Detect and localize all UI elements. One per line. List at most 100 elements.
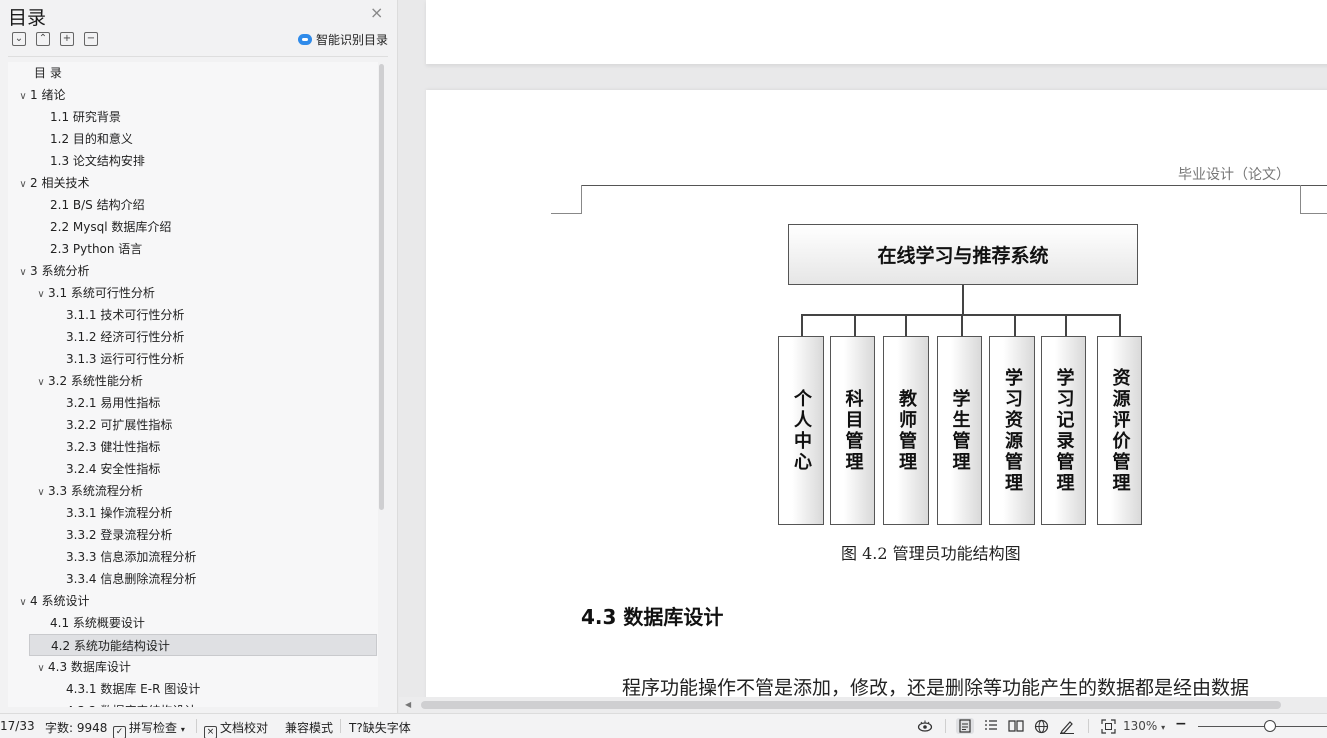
close-icon[interactable]: ×: [370, 3, 383, 22]
divider: [8, 56, 388, 57]
spell-check-label: 拼写检查: [129, 721, 178, 735]
reading-mode-icon[interactable]: [1007, 718, 1025, 734]
current-page: 毕业设计（论文） 在线学习与推荐系统 个人中心 科目管理 教师管理 学生管理 学习资源管…: [426, 90, 1327, 713]
toc-item[interactable]: 3.1.3 运行可行性分析: [8, 348, 377, 370]
toc-item[interactable]: ∨ 4 系统设计: [8, 590, 377, 612]
smart-recognize-toc-button[interactable]: 智能识别目录: [298, 31, 388, 48]
toc-item[interactable]: 4.2 系统功能结构设计: [29, 634, 377, 656]
toc-item[interactable]: 1.1 研究背景: [8, 106, 377, 128]
toc-item-label: 4.3.1 数据库 E-R 图设计: [66, 682, 201, 696]
toc-item-label: 3.2.2 可扩展性指标: [66, 418, 173, 432]
toc-item-label: 3.2.3 健壮性指标: [66, 440, 161, 454]
toc-item-label: 4.1 系统概要设计: [50, 616, 145, 630]
chevron-down-icon[interactable]: ∨: [34, 284, 48, 306]
toc-item-label: 3.3 系统流程分析: [48, 484, 143, 498]
toc-item-label: 3 系统分析: [30, 264, 90, 278]
collapse-up-icon[interactable]: ⌃: [36, 32, 50, 46]
chevron-down-icon: ▾: [1161, 723, 1166, 732]
toc-item[interactable]: 3.3.4 信息删除流程分析: [8, 568, 377, 590]
toc-item[interactable]: ∨ 3 系统分析: [8, 260, 377, 282]
diagram-child-node: 学习资源管理: [989, 336, 1035, 525]
toc-item-label: 3.2 系统性能分析: [48, 374, 143, 388]
chevron-down-icon[interactable]: ∨: [34, 482, 48, 504]
toc-item[interactable]: 2.2 Mysql 数据库介绍: [8, 216, 377, 238]
scroll-left-icon[interactable]: ◀: [405, 700, 411, 709]
toc-item-label: 3.1.3 运行可行性分析: [66, 352, 185, 366]
missing-font-button[interactable]: T?缺失字体: [349, 719, 411, 736]
diagram-child-label: 科目管理: [842, 388, 864, 473]
divider: [340, 719, 341, 733]
toc-item[interactable]: 3.3.2 登录流程分析: [8, 524, 377, 546]
horizontal-scroll-thumb[interactable]: [421, 701, 1281, 709]
toc-item[interactable]: ∨ 3.2 系统性能分析: [8, 370, 377, 392]
toc-item[interactable]: 3.2.4 安全性指标: [8, 458, 377, 480]
diagram-connector: [1065, 314, 1067, 336]
page-view-icon[interactable]: [956, 718, 974, 734]
margin-corner-mark: [1300, 185, 1327, 214]
chevron-down-icon[interactable]: ∨: [16, 262, 30, 284]
word-count[interactable]: 字数: 9948: [45, 719, 107, 736]
divider: [945, 719, 946, 733]
status-bar: 17/33 字数: 9948 ✓ 拼写检查 ▾ × 文档校对 兼容模式 T?缺失字体…: [0, 713, 1327, 738]
eye-protection-icon[interactable]: [916, 718, 934, 734]
toc-item[interactable]: 1.3 论文结构安排: [8, 150, 377, 172]
toc-item[interactable]: 3.2.2 可扩展性指标: [8, 414, 377, 436]
add-heading-icon[interactable]: +: [60, 32, 74, 46]
toc-item-label: 3.1 系统可行性分析: [48, 286, 155, 300]
toc-list: 目 录 ∨ 1 绪论 1.1 研究背景 1.2 目的和意义 1.3 论文结构安排 ∨ 2 相关…: [8, 62, 378, 707]
toc-item[interactable]: 4.1 系统概要设计: [8, 612, 377, 634]
compat-mode-button[interactable]: 兼容模式: [285, 719, 333, 736]
outline-view-icon[interactable]: [982, 718, 1000, 734]
chevron-down-icon[interactable]: ∨: [34, 658, 48, 680]
zoom-out-button[interactable]: −: [1175, 716, 1187, 732]
toc-item[interactable]: 3.2.1 易用性指标: [8, 392, 377, 414]
toc-item[interactable]: 3.2.3 健壮性指标: [8, 436, 377, 458]
chevron-down-icon[interactable]: ∨: [16, 174, 30, 196]
toc-item-label: 3.3.4 信息删除流程分析: [66, 572, 197, 586]
toc-item[interactable]: 4.3.2 数据库表结构设计: [8, 700, 377, 707]
toc-item[interactable]: 3.3.3 信息添加流程分析: [8, 546, 377, 568]
toc-item[interactable]: 1.2 目的和意义: [8, 128, 377, 150]
toc-item[interactable]: 4.3.1 数据库 E-R 图设计: [8, 678, 377, 700]
web-view-icon[interactable]: [1032, 718, 1050, 734]
diagram-connector: [854, 314, 856, 336]
toc-item[interactable]: 2.3 Python 语言: [8, 238, 377, 260]
fit-page-icon[interactable]: [1099, 718, 1117, 734]
chevron-down-icon[interactable]: ∨: [34, 372, 48, 394]
diagram-child-node: 科目管理: [830, 336, 875, 525]
toc-scrollbar[interactable]: [379, 64, 384, 510]
chevron-down-icon[interactable]: ∨: [16, 86, 30, 108]
toc-item[interactable]: 3.3.1 操作流程分析: [8, 502, 377, 524]
diagram-connector: [905, 314, 907, 336]
toc-item-label: 4.2 系统功能结构设计: [51, 639, 170, 653]
zoom-level[interactable]: 130% ▾: [1123, 719, 1165, 733]
smart-recognize-label: 智能识别目录: [316, 33, 389, 47]
toc-item[interactable]: 目 录: [8, 62, 377, 84]
toc-item[interactable]: 3.1.2 经济可行性分析: [8, 326, 377, 348]
toc-item-label: 4.3.2 数据库表结构设计: [66, 704, 196, 707]
toc-item[interactable]: ∨ 2 相关技术: [8, 172, 377, 194]
toc-item-label: 3.2.1 易用性指标: [66, 396, 161, 410]
toc-item[interactable]: ∨ 3.3 系统流程分析: [8, 480, 377, 502]
chevron-down-icon[interactable]: ∨: [16, 592, 30, 614]
toc-item[interactable]: ∨ 3.1 系统可行性分析: [8, 282, 377, 304]
zoom-slider[interactable]: [1198, 726, 1327, 727]
remove-heading-icon[interactable]: −: [84, 32, 98, 46]
diagram-connector: [1014, 314, 1016, 336]
toc-item[interactable]: ∨ 4.3 数据库设计: [8, 656, 377, 678]
pen-icon[interactable]: [1058, 718, 1076, 734]
diagram-child-node: 资源评价管理: [1097, 336, 1142, 525]
toc-item-label: 3.3.1 操作流程分析: [66, 506, 173, 520]
expand-down-icon[interactable]: ⌄: [12, 32, 26, 46]
divider: [196, 719, 197, 733]
toc-item[interactable]: 2.1 B/S 结构介绍: [8, 194, 377, 216]
toc-toolbar: ⌄ ⌃ + −: [12, 32, 98, 46]
zoom-slider-knob[interactable]: [1264, 720, 1276, 732]
diagram-connector: [961, 314, 963, 336]
toc-item[interactable]: ∨ 1 绪论: [8, 84, 377, 106]
toc-item[interactable]: 3.1.1 技术可行性分析: [8, 304, 377, 326]
spell-check-button[interactable]: ✓ 拼写检查 ▾: [113, 719, 185, 738]
page-indicator[interactable]: 17/33: [0, 719, 35, 733]
toc-item-label: 1.3 论文结构安排: [50, 154, 145, 168]
doc-proof-button[interactable]: × 文档校对: [204, 719, 268, 738]
